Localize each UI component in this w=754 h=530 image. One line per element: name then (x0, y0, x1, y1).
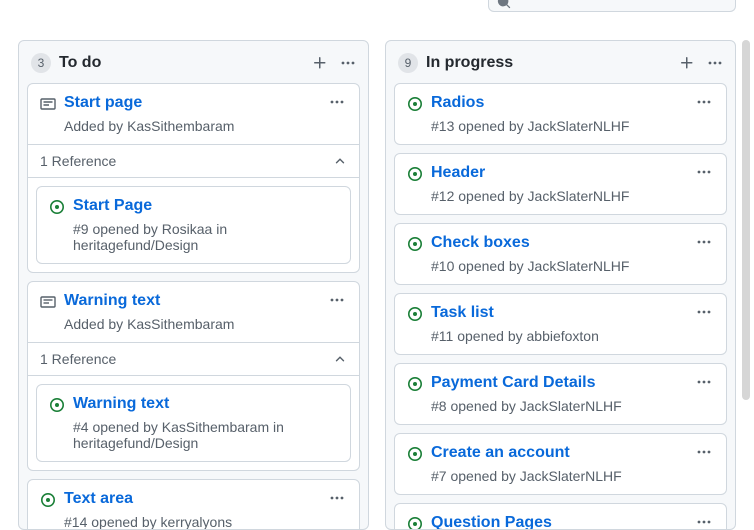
card-issue[interactable]: Radios #13 opened by JackSlaterNLHF (394, 83, 727, 145)
issue-open-icon (407, 446, 423, 462)
card-issue[interactable]: Check boxes #10 opened by JackSlaterNLHF (394, 223, 727, 285)
card-menu-button[interactable] (327, 292, 347, 308)
card-menu-button[interactable] (694, 164, 714, 180)
column-inprogress: 9 In progress Radios (385, 40, 736, 530)
card-menu-button[interactable] (694, 514, 714, 530)
reference-title[interactable]: Warning text (73, 395, 338, 413)
card-added-by: Added by KasSithembaram (64, 316, 347, 332)
column-menu-button[interactable] (707, 55, 723, 71)
issue-open-icon (407, 516, 423, 530)
issue-open-icon (407, 236, 423, 252)
count-badge: 9 (398, 53, 418, 73)
card-meta: #14 opened by kerryalyons (64, 514, 347, 530)
card-meta: #11 opened by abbiefoxton (431, 328, 714, 344)
card-menu-button[interactable] (327, 94, 347, 110)
card-title[interactable]: Task list (431, 304, 694, 322)
reference-body: Warning text #4 opened by KasSithembaram… (28, 375, 359, 470)
card-menu-button[interactable] (694, 304, 714, 320)
project-board: 3 To do Start page (0, 0, 754, 530)
column-title: To do (59, 54, 312, 72)
reference-label: 1 Reference (40, 351, 116, 367)
card-title[interactable]: Radios (431, 94, 694, 112)
search-icon (497, 0, 511, 9)
card-menu-button[interactable] (327, 490, 347, 506)
reference-label: 1 Reference (40, 153, 116, 169)
card-title[interactable]: Payment Card Details (431, 374, 694, 392)
issue-open-icon (407, 376, 423, 392)
add-card-button[interactable] (312, 55, 328, 71)
card-issue[interactable]: Create an account #7 opened by JackSlate… (394, 433, 727, 495)
issue-open-icon (40, 492, 56, 508)
card-title[interactable]: Question Pages (431, 514, 694, 530)
reference-title[interactable]: Start Page (73, 197, 338, 215)
card-added-by: Added by KasSithembaram (64, 118, 347, 134)
chevron-up-icon (333, 352, 347, 366)
card-title[interactable]: Header (431, 164, 694, 182)
card-menu-button[interactable] (694, 234, 714, 250)
note-icon (40, 294, 56, 310)
card-issue[interactable]: Question Pages #5 opened by JackSlaterNL… (394, 503, 727, 530)
reference-toggle[interactable]: 1 Reference (28, 342, 359, 375)
issue-open-icon (49, 199, 65, 215)
card-meta: #7 opened by JackSlaterNLHF (431, 468, 714, 484)
card-issue[interactable]: Task list #11 opened by abbiefoxton (394, 293, 727, 355)
issue-open-icon (407, 96, 423, 112)
card-issue[interactable]: Payment Card Details #8 opened by JackSl… (394, 363, 727, 425)
search-input-wrapper[interactable] (488, 0, 736, 12)
card-title[interactable]: Start page (64, 94, 327, 112)
card-title[interactable]: Create an account (431, 444, 694, 462)
card-meta: #10 opened by JackSlaterNLHF (431, 258, 714, 274)
card-title[interactable]: Check boxes (431, 234, 694, 252)
count-badge: 3 (31, 53, 51, 73)
card-meta: #12 opened by JackSlaterNLHF (431, 188, 714, 204)
card-menu-button[interactable] (694, 444, 714, 460)
column-header: 9 In progress (394, 49, 727, 83)
card-draft[interactable]: Start page Added by KasSithembaram 1 Ref… (27, 83, 360, 273)
column-title: In progress (426, 54, 679, 72)
reference-meta: #9 opened by Rosikaa in heritagefund/Des… (73, 221, 338, 253)
reference-toggle[interactable]: 1 Reference (28, 144, 359, 177)
reference-card[interactable]: Start Page #9 opened by Rosikaa in herit… (36, 186, 351, 264)
card-menu-button[interactable] (694, 374, 714, 390)
card-draft[interactable]: Warning text Added by KasSithembaram 1 R… (27, 281, 360, 471)
card-title[interactable]: Text area (64, 490, 327, 508)
card-meta: #8 opened by JackSlaterNLHF (431, 398, 714, 414)
card-meta: #13 opened by JackSlaterNLHF (431, 118, 714, 134)
issue-open-icon (407, 166, 423, 182)
card-issue[interactable]: Header #12 opened by JackSlaterNLHF (394, 153, 727, 215)
column-header: 3 To do (27, 49, 360, 83)
add-card-button[interactable] (679, 55, 695, 71)
chevron-up-icon (333, 154, 347, 168)
issue-open-icon (49, 397, 65, 413)
column-menu-button[interactable] (340, 55, 356, 71)
reference-card[interactable]: Warning text #4 opened by KasSithembaram… (36, 384, 351, 462)
issue-open-icon (407, 306, 423, 322)
card-menu-button[interactable] (694, 94, 714, 110)
card-issue[interactable]: Text area #14 opened by kerryalyons (27, 479, 360, 530)
card-title[interactable]: Warning text (64, 292, 327, 310)
vertical-scrollbar[interactable] (742, 40, 750, 400)
column-todo: 3 To do Start page (18, 40, 369, 530)
reference-meta: #4 opened by KasSithembaram in heritagef… (73, 419, 338, 451)
note-icon (40, 96, 56, 112)
reference-body: Start Page #9 opened by Rosikaa in herit… (28, 177, 359, 272)
